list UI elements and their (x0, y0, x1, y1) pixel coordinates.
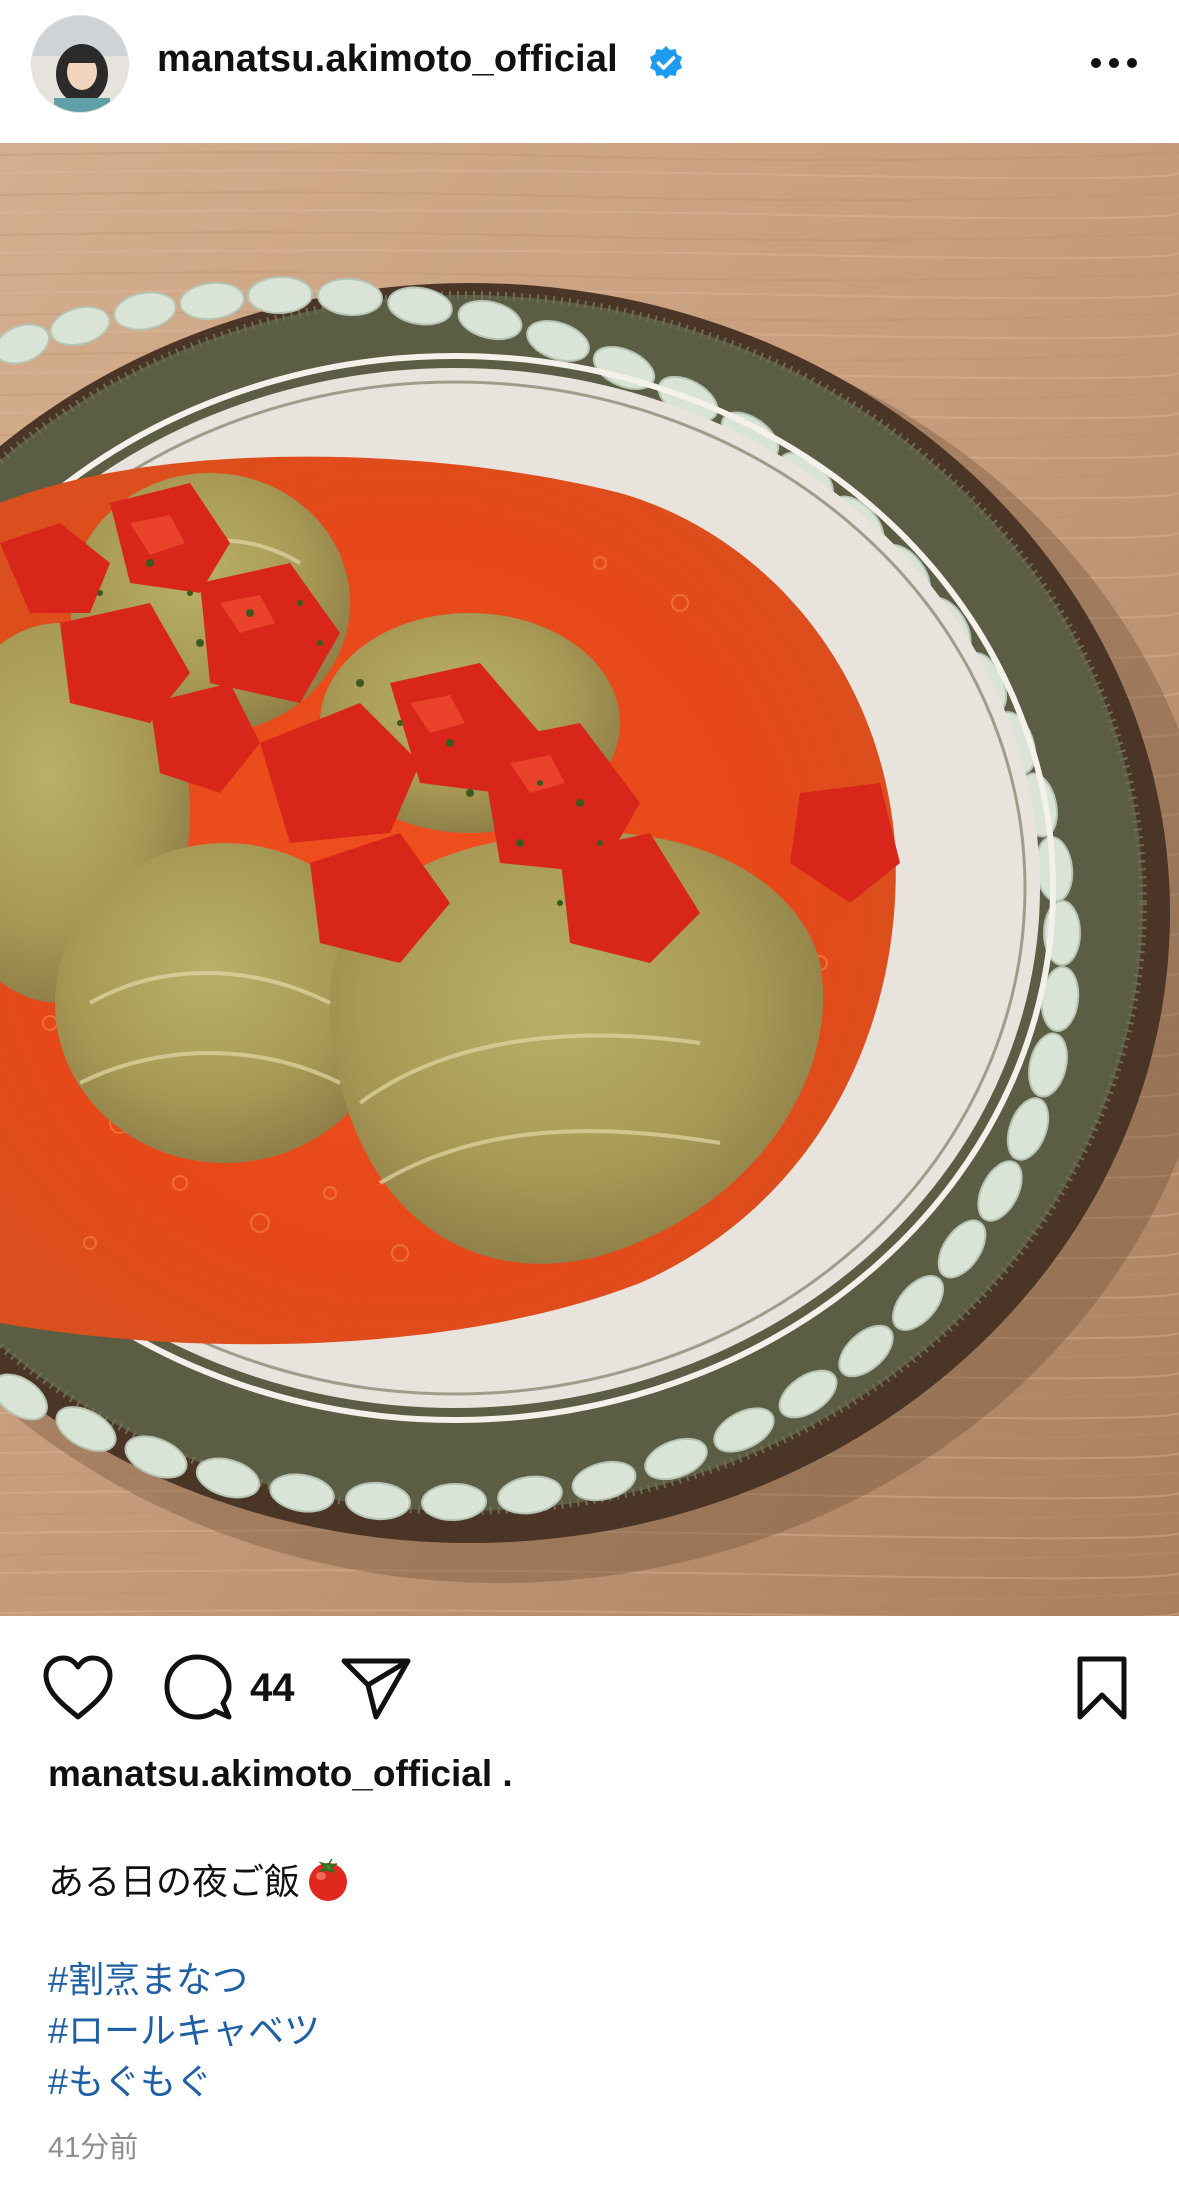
hashtag-link[interactable]: #もぐもぐ (48, 2056, 320, 2107)
heart-icon[interactable] (40, 1652, 116, 1724)
bookmark-icon[interactable] (1068, 1652, 1136, 1724)
post-header: manatsu.akimoto_official (0, 0, 1179, 143)
avatar[interactable] (32, 16, 128, 112)
post-timestamp: 41分前 (48, 2132, 139, 2164)
hashtag-link[interactable]: #ロールキャベツ (48, 2005, 320, 2056)
comment-count[interactable]: 44 (250, 1666, 295, 1711)
more-horizontal-icon[interactable] (1084, 38, 1144, 88)
paper-plane-icon[interactable] (336, 1652, 416, 1724)
comment-icon[interactable] (160, 1652, 236, 1724)
hashtag-link[interactable]: #割烹まなつ (48, 1954, 320, 2005)
caption-text: ある日の夜ご飯 (48, 1853, 352, 1905)
verified-badge-icon (646, 44, 686, 84)
hashtag-list: #割烹まなつ #ロールキャベツ #もぐもぐ (48, 1954, 320, 2107)
caption-username[interactable]: manatsu.akimoto_official . (48, 1753, 513, 1795)
tomato-emoji-icon (304, 1855, 352, 1903)
action-bar: 44 (0, 1616, 1179, 1756)
caption-body: ある日の夜ご飯 (48, 1861, 301, 1902)
header-username[interactable]: manatsu.akimoto_official (157, 38, 618, 81)
post-photo[interactable] (0, 143, 1179, 1616)
